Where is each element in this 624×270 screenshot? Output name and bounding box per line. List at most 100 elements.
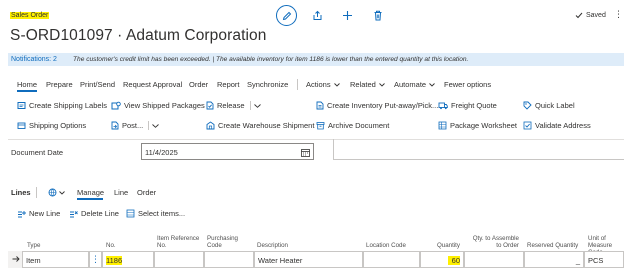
chevron-down-icon <box>429 82 435 87</box>
lines-divider <box>36 187 37 198</box>
post-label: Post... <box>122 121 144 130</box>
row-menu-button[interactable]: ⋮ <box>89 251 102 268</box>
notification-label[interactable]: Notifications: 2 <box>11 56 57 63</box>
view-shipped-packages-label: View Shipped Packages <box>124 101 205 110</box>
quick-label-button[interactable]: Quick Label <box>523 101 575 110</box>
menu-actions[interactable]: Actions <box>306 80 340 89</box>
tab-print-send[interactable]: Print/Send <box>80 80 115 89</box>
post-icon <box>111 121 119 130</box>
tag-icon <box>523 101 532 110</box>
validate-address-label: Validate Address <box>535 121 591 130</box>
cell-quantity-value: 60 <box>447 256 460 265</box>
tab-manage[interactable]: Manage <box>77 188 104 197</box>
lines-title: Lines <box>11 188 31 197</box>
tab-request-approval[interactable]: Request Approval <box>123 80 182 89</box>
tab-order[interactable]: Order <box>189 80 208 89</box>
cell-no[interactable]: 1186 <box>102 251 154 268</box>
document-icon <box>316 101 324 110</box>
freight-icon <box>438 102 448 110</box>
quick-label-label: Quick Label <box>535 101 575 110</box>
tab-home-underline <box>17 90 37 92</box>
col-description[interactable]: Description <box>257 242 288 249</box>
col-type[interactable]: Type <box>27 242 40 249</box>
breadcrumb[interactable]: Sales Order <box>10 12 50 19</box>
cell-quantity[interactable]: 60 <box>420 251 464 268</box>
col-location-code[interactable]: Location Code <box>366 242 406 249</box>
create-warehouse-shipment-button[interactable]: Create Warehouse Shipment <box>206 121 314 130</box>
col-purchasing-code[interactable]: Purchasing Code <box>207 235 247 249</box>
cell-item-reference-no[interactable] <box>154 251 204 268</box>
lines-share-button[interactable] <box>48 188 65 197</box>
menu-automate-label: Automate <box>394 80 427 89</box>
menu-automate[interactable]: Automate <box>394 80 435 89</box>
new-line-button[interactable]: New Line <box>17 209 60 218</box>
create-inventory-put-away-pick-button[interactable]: Create Inventory Put-away/Pick... <box>316 101 438 110</box>
chevron-down-icon <box>379 82 385 87</box>
menu-related-label: Related <box>350 80 376 89</box>
release-button[interactable]: Release <box>206 101 261 110</box>
tab-prepare[interactable]: Prepare <box>46 80 73 89</box>
cell-unit-of-measure-code[interactable]: PCS <box>584 251 624 268</box>
release-label: Release <box>217 101 245 110</box>
select-items-button[interactable]: Select items... <box>126 209 185 218</box>
worksheet-icon <box>438 121 447 130</box>
edit-button[interactable] <box>276 5 297 26</box>
menu-actions-label: Actions <box>306 80 331 89</box>
post-button[interactable]: Post... <box>111 121 160 130</box>
calendar-icon[interactable] <box>301 148 310 157</box>
cell-no-value: 1186 <box>106 256 123 265</box>
post-divider <box>148 121 150 130</box>
cell-reserved-quantity[interactable]: _ <box>524 251 584 268</box>
more-options-button[interactable]: ⋮ <box>614 9 623 20</box>
chevron-down-icon[interactable] <box>152 123 160 128</box>
pencil-icon <box>282 11 291 20</box>
archive-icon <box>316 122 325 130</box>
document-date-field[interactable]: 11/4/2025 <box>141 143 314 160</box>
shipping-options-label: Shipping Options <box>29 121 87 130</box>
validate-address-button[interactable]: Validate Address <box>523 121 591 130</box>
shipping-options-button[interactable]: Shipping Options <box>17 121 86 130</box>
saved-label: Saved <box>586 12 606 19</box>
menu-separator <box>297 79 298 90</box>
tab-manage-underline <box>77 198 103 200</box>
col-reserved-quantity[interactable]: Reserved Quantity <box>527 242 578 249</box>
saved-status: Saved <box>575 12 606 19</box>
package-worksheet-button[interactable]: Package Worksheet <box>438 121 517 130</box>
release-divider <box>249 101 251 110</box>
cell-purchasing-code[interactable] <box>204 251 254 268</box>
freight-quote-label: Freight Quote <box>451 101 497 110</box>
archive-document-label: Archive Document <box>328 121 390 130</box>
col-no[interactable]: No. <box>106 242 116 249</box>
field-placeholder-border <box>333 139 624 160</box>
delete-line-button[interactable]: Delete Line <box>69 209 119 218</box>
cell-location-code[interactable] <box>363 251 420 268</box>
col-quantity[interactable]: Quantity <box>420 242 460 249</box>
tab-report[interactable]: Report <box>217 80 240 89</box>
create-shipping-labels-button[interactable]: Create Shipping Labels <box>17 101 107 110</box>
row-arrow-icon <box>12 255 20 265</box>
freight-quote-button[interactable]: Freight Quote <box>438 101 497 110</box>
tab-synchronize[interactable]: Synchronize <box>247 80 288 89</box>
cell-type[interactable]: Item <box>22 251 89 268</box>
cell-unit-value: PCS <box>588 256 604 265</box>
share-icon <box>48 188 57 197</box>
release-icon <box>206 101 214 110</box>
menu-fewer-options[interactable]: Fewer options <box>444 80 491 89</box>
share-button[interactable] <box>312 10 323 23</box>
package-view-icon <box>111 101 121 110</box>
menu-related[interactable]: Related <box>350 80 385 89</box>
new-button[interactable] <box>342 10 353 23</box>
tab-lines-order[interactable]: Order <box>137 188 156 197</box>
tab-line[interactable]: Line <box>114 188 128 197</box>
delete-button[interactable] <box>373 10 383 23</box>
cell-qty-to-assemble[interactable] <box>464 251 524 268</box>
view-shipped-packages-button[interactable]: View Shipped Packages <box>111 101 205 110</box>
archive-document-button[interactable]: Archive Document <box>316 121 389 130</box>
col-qty-to-assemble[interactable]: Qty. to Assemble to Order <box>466 235 519 249</box>
tab-home[interactable]: Home <box>17 80 37 89</box>
cell-description[interactable]: Water Heater <box>254 251 363 268</box>
trash-icon <box>374 10 382 21</box>
col-item-reference-no[interactable]: Item Reference No. <box>157 235 202 249</box>
chevron-down-icon[interactable] <box>253 103 261 108</box>
cell-type-value: Item <box>26 256 41 265</box>
